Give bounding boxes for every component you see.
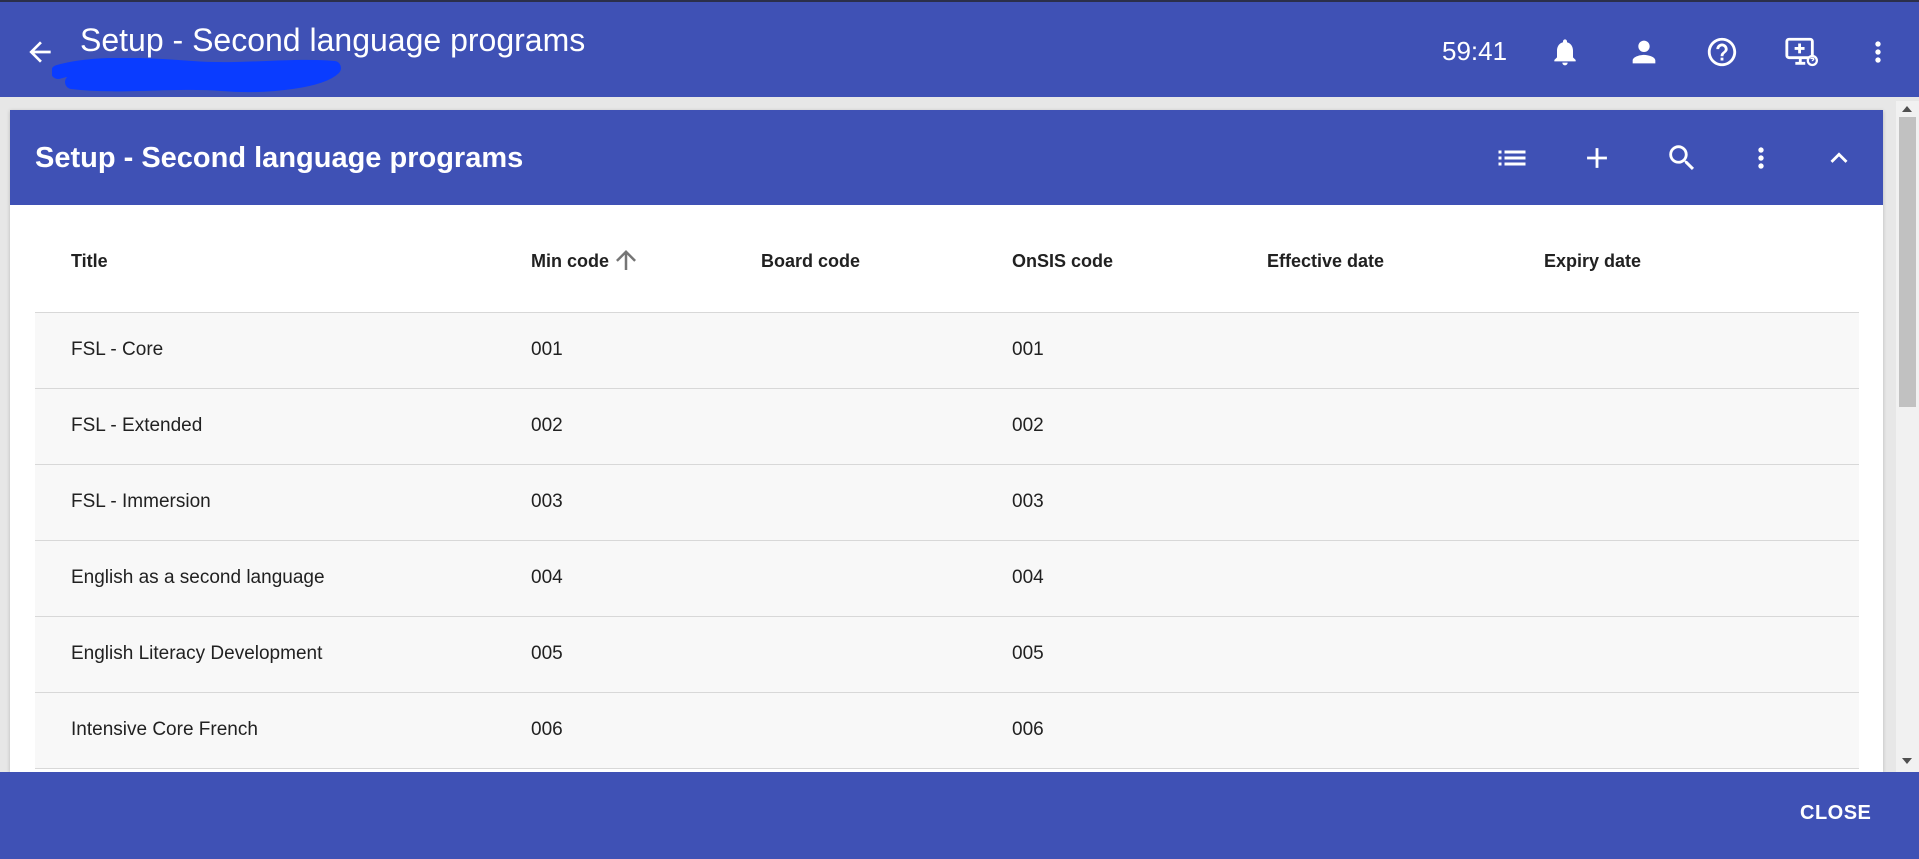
column-header-effective-date[interactable]: Effective date	[1267, 251, 1384, 272]
cell-min-code: 006	[531, 719, 563, 740]
cell-onsis-code: 002	[1012, 415, 1044, 436]
cell-onsis-code: 004	[1012, 567, 1044, 588]
column-header-expiry-date[interactable]: Expiry date	[1544, 251, 1641, 272]
search-icon[interactable]	[1662, 138, 1702, 178]
table-row[interactable]: English as a second language 004 004	[35, 541, 1859, 617]
more-vert-icon[interactable]	[1858, 32, 1898, 72]
close-button[interactable]: CLOSE	[1800, 802, 1871, 825]
table-row[interactable]: FSL - Core 001 001	[35, 313, 1859, 389]
cell-onsis-code: 001	[1012, 339, 1044, 360]
cell-min-code: 005	[531, 643, 563, 664]
sort-ascending-arrow-icon[interactable]	[611, 245, 641, 275]
list-icon[interactable]	[1492, 138, 1532, 178]
scroll-up-arrow-icon[interactable]	[1902, 106, 1912, 112]
column-header-onsis-code[interactable]: OnSIS code	[1012, 251, 1113, 272]
table-row[interactable]: Intensive Core French 006 006	[35, 693, 1859, 769]
column-header-title[interactable]: Title	[71, 251, 108, 272]
column-header-board-code[interactable]: Board code	[761, 251, 860, 272]
dialog-header: Setup - Second language programs	[10, 110, 1883, 205]
scroll-down-arrow-icon[interactable]	[1902, 758, 1912, 764]
add-icon[interactable]	[1577, 138, 1617, 178]
dialog-footer: CLOSE	[0, 772, 1919, 859]
cell-min-code: 001	[531, 339, 563, 360]
app-title: Setup - Second language programs	[80, 22, 586, 58]
cell-title: Intensive Core French	[71, 719, 258, 740]
person-icon[interactable]	[1624, 32, 1664, 72]
cell-title: English as a second language	[71, 567, 325, 588]
table-row[interactable]: FSL - Immersion 003 003	[35, 465, 1859, 541]
cell-title: FSL - Core	[71, 339, 164, 360]
table-row[interactable]: FSL - Extended 002 002	[35, 389, 1859, 465]
setup-dialog: Setup - Second language programs Title M…	[10, 110, 1883, 772]
redaction-scribble	[52, 58, 341, 93]
remote-support-icon[interactable]	[1781, 32, 1821, 72]
cell-title: FSL - Extended	[71, 415, 203, 436]
cell-min-code: 002	[531, 415, 563, 436]
session-timer: 59:41	[1442, 36, 1508, 66]
cell-min-code: 003	[531, 491, 563, 512]
column-header-min-code[interactable]: Min code	[531, 251, 609, 272]
more-vert-icon[interactable]	[1741, 138, 1781, 178]
cell-title: English Literacy Development	[71, 643, 323, 664]
dialog-scrollbar[interactable]	[1896, 101, 1919, 772]
cell-min-code: 004	[531, 567, 563, 588]
cell-onsis-code: 005	[1012, 643, 1044, 664]
cell-onsis-code: 003	[1012, 491, 1044, 512]
chevron-up-icon[interactable]	[1819, 138, 1859, 178]
table-row[interactable]: English Literacy Development 005 005	[35, 617, 1859, 693]
help-circle-icon[interactable]	[1702, 32, 1742, 72]
cell-onsis-code: 006	[1012, 719, 1044, 740]
bell-icon[interactable]	[1545, 32, 1585, 72]
cell-title: FSL - Immersion	[71, 491, 211, 512]
scrollbar-thumb[interactable]	[1899, 117, 1916, 407]
programs-table: Title Min code Board code OnSIS code Eff…	[35, 205, 1859, 769]
table-header: Title Min code Board code OnSIS code Eff…	[35, 205, 1859, 313]
app-bar: Setup - Second language programs 59:41	[0, 0, 1919, 97]
dialog-title: Setup - Second language programs	[35, 142, 524, 174]
